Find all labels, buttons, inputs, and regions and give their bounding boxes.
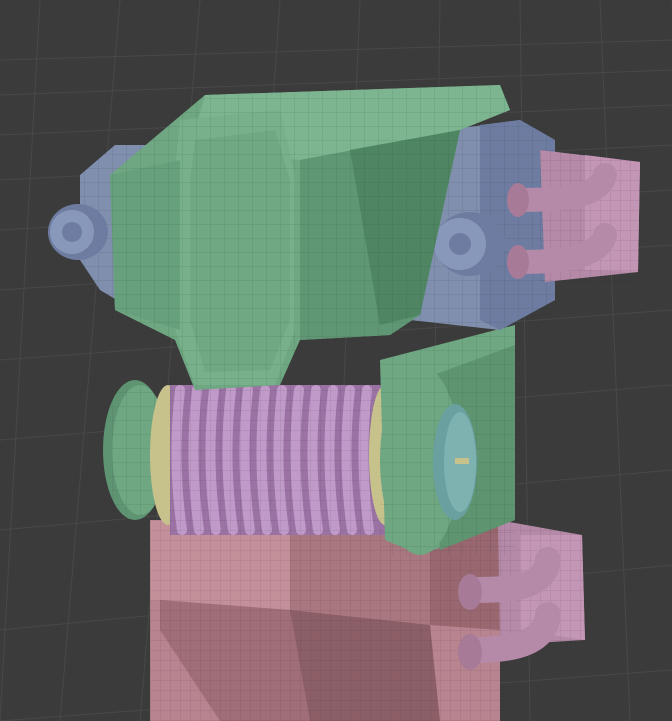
3d-viewport[interactable]: [0, 0, 672, 721]
mesh-render: [0, 0, 672, 721]
